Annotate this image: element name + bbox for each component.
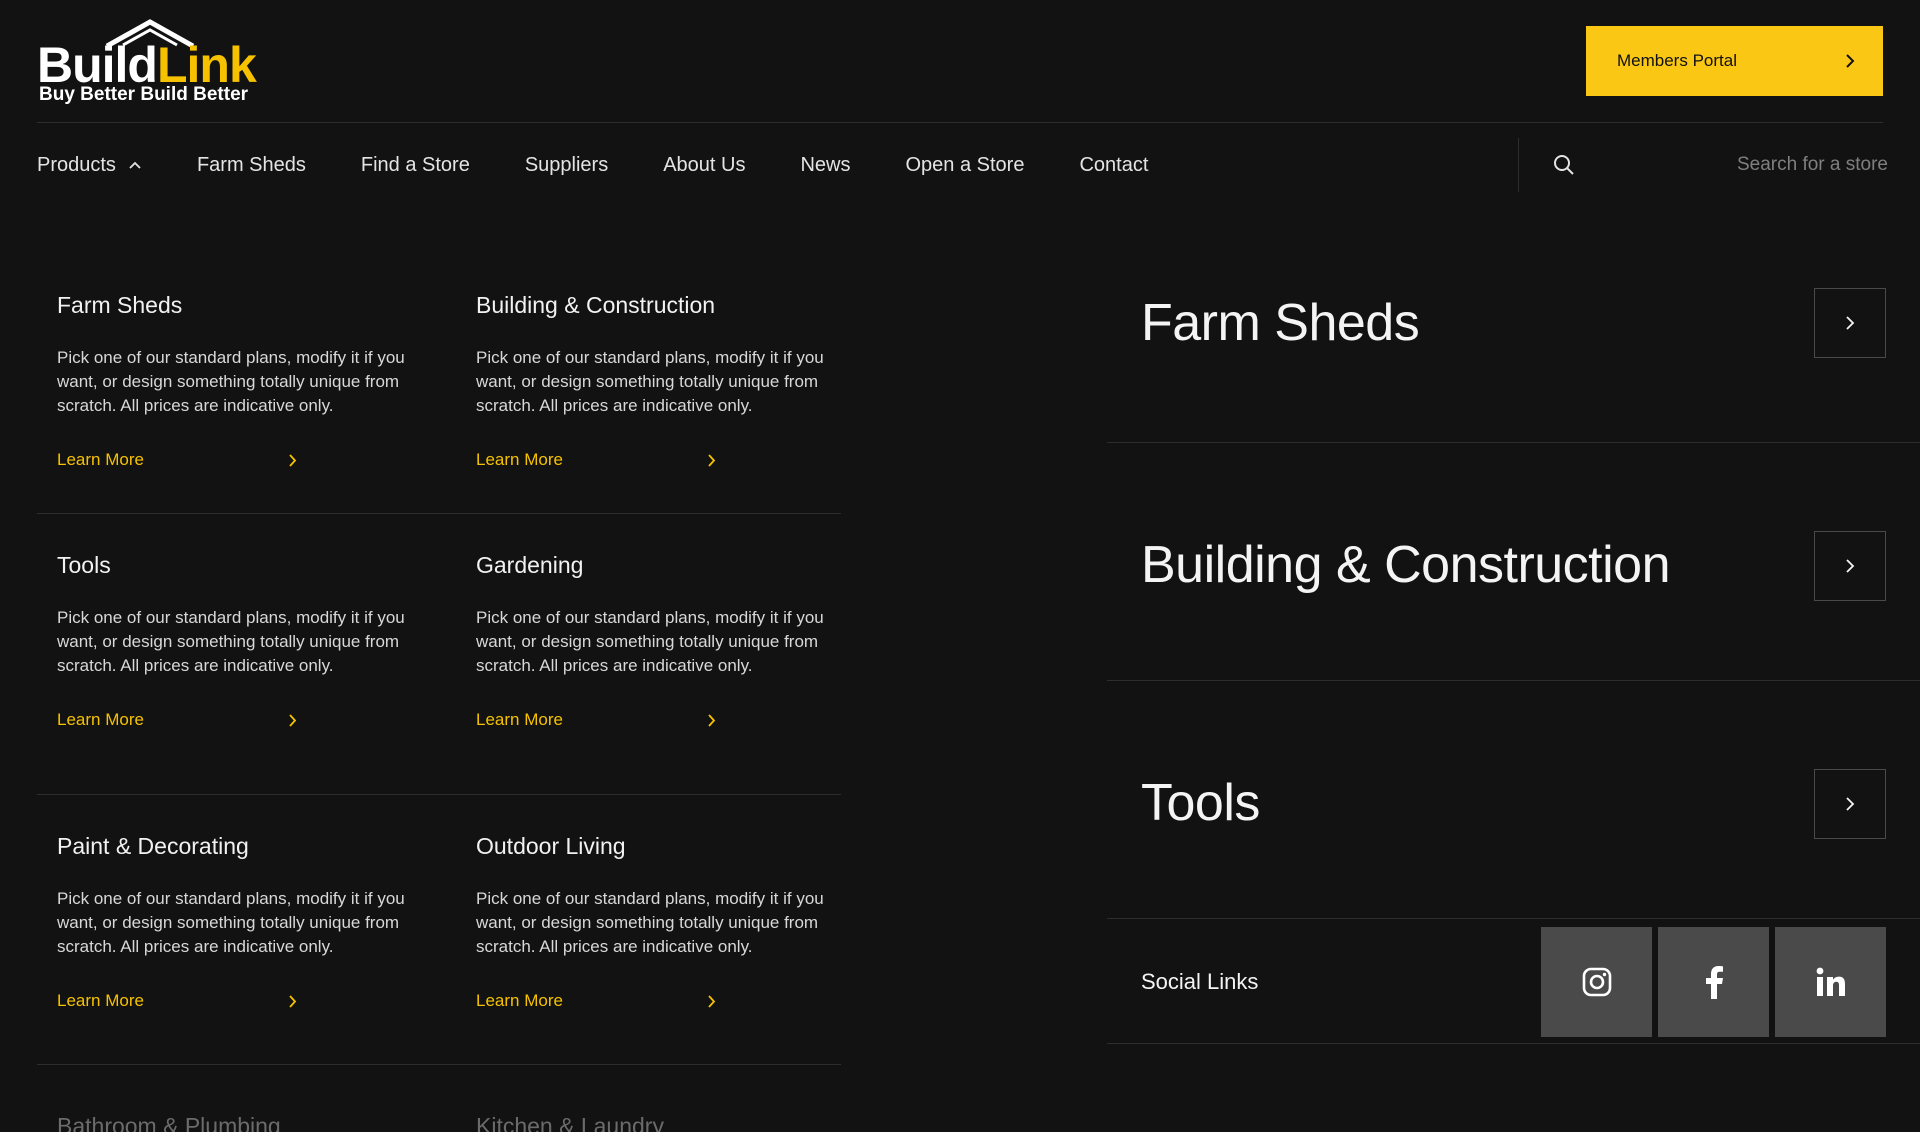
logo-wordmark: BuildLink — [37, 40, 257, 90]
product-category-grid: Farm Sheds Pick one of our standard plan… — [37, 270, 841, 1132]
site-header: BuildLink Buy Better Build Better Member… — [0, 0, 1920, 123]
card-title: Outdoor Living — [476, 833, 626, 859]
social-links-row: Social Links — [1107, 919, 1920, 1044]
learn-more-label: Learn More — [476, 991, 563, 1010]
search-icon[interactable] — [1552, 153, 1576, 177]
featured-arrow-button[interactable] — [1814, 288, 1886, 358]
nav-item-farm-sheds[interactable]: Farm Sheds — [197, 154, 306, 177]
grid-row: Farm Sheds Pick one of our standard plan… — [37, 270, 841, 514]
learn-more-link[interactable]: Learn More — [476, 710, 716, 730]
buildlink-logo[interactable]: BuildLink Buy Better Build Better — [37, 18, 267, 108]
chevron-right-icon — [289, 453, 297, 467]
nav-item-contact[interactable]: Contact — [1079, 154, 1148, 177]
learn-more-label: Learn More — [57, 710, 144, 729]
card-title: Tools — [57, 552, 111, 578]
category-card-kitchen-laundry: Kitchen & Laundry — [476, 1113, 836, 1132]
nav-item-products[interactable]: Products — [37, 154, 142, 177]
chevron-right-icon — [1846, 559, 1855, 573]
learn-more-link[interactable]: Learn More — [476, 450, 716, 470]
featured-item-tools[interactable]: Tools — [1107, 681, 1920, 919]
card-description: Pick one of our standard plans, modify i… — [57, 889, 405, 956]
chevron-right-icon — [1846, 797, 1855, 811]
learn-more-link[interactable]: Learn More — [57, 450, 297, 470]
learn-more-link[interactable]: Learn More — [57, 710, 297, 730]
chevron-right-icon — [708, 453, 716, 467]
members-portal-button[interactable]: Members Portal — [1586, 26, 1883, 96]
nav-item-suppliers[interactable]: Suppliers — [525, 154, 608, 177]
chevron-right-icon — [708, 713, 716, 727]
facebook-icon — [1705, 966, 1723, 999]
card-title: Bathroom & Plumbing — [57, 1113, 281, 1132]
logo-tagline: Buy Better Build Better — [39, 84, 249, 105]
category-card-farm-sheds: Farm Sheds Pick one of our standard plan… — [57, 292, 417, 470]
instagram-icon — [1582, 967, 1611, 997]
category-card-paint-decorating: Paint & Decorating Pick one of our stand… — [57, 833, 417, 1011]
grid-row: Tools Pick one of our standard plans, mo… — [37, 514, 841, 795]
learn-more-label: Learn More — [476, 710, 563, 729]
featured-arrow-button[interactable] — [1814, 531, 1886, 601]
main-nav: Products Farm Sheds Find a Store Supplie… — [37, 150, 1203, 180]
category-card-gardening: Gardening Pick one of our standard plans… — [476, 552, 836, 730]
nav-item-find-a-store[interactable]: Find a Store — [361, 154, 470, 177]
social-icons — [1535, 927, 1886, 1037]
nav-item-news[interactable]: News — [800, 154, 850, 177]
store-search-input[interactable] — [1600, 148, 1888, 182]
card-title: Kitchen & Laundry — [476, 1113, 664, 1132]
grid-row: Paint & Decorating Pick one of our stand… — [37, 795, 841, 1065]
card-title: Gardening — [476, 552, 584, 578]
featured-title: Building & Construction — [1141, 536, 1671, 594]
learn-more-link[interactable]: Learn More — [476, 991, 716, 1011]
category-card-bathroom-plumbing: Bathroom & Plumbing — [57, 1113, 417, 1132]
instagram-link[interactable] — [1541, 927, 1652, 1037]
chevron-right-icon — [289, 713, 297, 727]
nav-item-about-us[interactable]: About Us — [663, 154, 745, 177]
chevron-right-icon — [1846, 54, 1855, 68]
card-description: Pick one of our standard plans, modify i… — [476, 889, 824, 956]
social-links-label: Social Links — [1141, 969, 1259, 994]
chevron-up-icon — [129, 161, 141, 169]
card-description: Pick one of our standard plans, modify i… — [57, 348, 405, 415]
members-portal-label: Members Portal — [1617, 51, 1737, 70]
chevron-right-icon — [289, 994, 297, 1008]
learn-more-label: Learn More — [57, 991, 144, 1010]
card-title: Building & Construction — [476, 292, 716, 318]
category-card-tools: Tools Pick one of our standard plans, mo… — [57, 552, 417, 730]
nav-divider — [1518, 138, 1519, 192]
facebook-link[interactable] — [1658, 927, 1769, 1037]
grid-row: Bathroom & Plumbing Kitchen & Laundry — [37, 1065, 841, 1132]
linkedin-icon — [1816, 967, 1845, 996]
featured-arrow-button[interactable] — [1814, 769, 1886, 839]
card-title: Farm Sheds — [57, 292, 183, 318]
featured-title: Tools — [1141, 774, 1260, 832]
featured-categories-panel: Farm Sheds Building & Construction Tools… — [1107, 269, 1920, 1044]
header-divider — [37, 122, 1883, 123]
featured-item-farm-sheds[interactable]: Farm Sheds — [1107, 269, 1920, 443]
featured-item-building-construction[interactable]: Building & Construction — [1107, 443, 1920, 681]
card-description: Pick one of our standard plans, modify i… — [476, 608, 824, 675]
category-card-building-construction: Building & Construction Pick one of our … — [476, 292, 836, 470]
card-title: Paint & Decorating — [57, 833, 249, 859]
card-description: Pick one of our standard plans, modify i… — [476, 348, 824, 415]
chevron-right-icon — [708, 994, 716, 1008]
nav-item-open-a-store[interactable]: Open a Store — [906, 154, 1025, 177]
learn-more-label: Learn More — [57, 450, 144, 469]
chevron-right-icon — [1846, 316, 1855, 330]
category-card-outdoor-living: Outdoor Living Pick one of our standard … — [476, 833, 836, 1011]
featured-title: Farm Sheds — [1141, 294, 1420, 352]
learn-more-link[interactable]: Learn More — [57, 991, 297, 1011]
learn-more-label: Learn More — [476, 450, 563, 469]
linkedin-link[interactable] — [1775, 927, 1886, 1037]
nav-item-label: Products — [37, 153, 116, 176]
card-description: Pick one of our standard plans, modify i… — [57, 608, 405, 675]
